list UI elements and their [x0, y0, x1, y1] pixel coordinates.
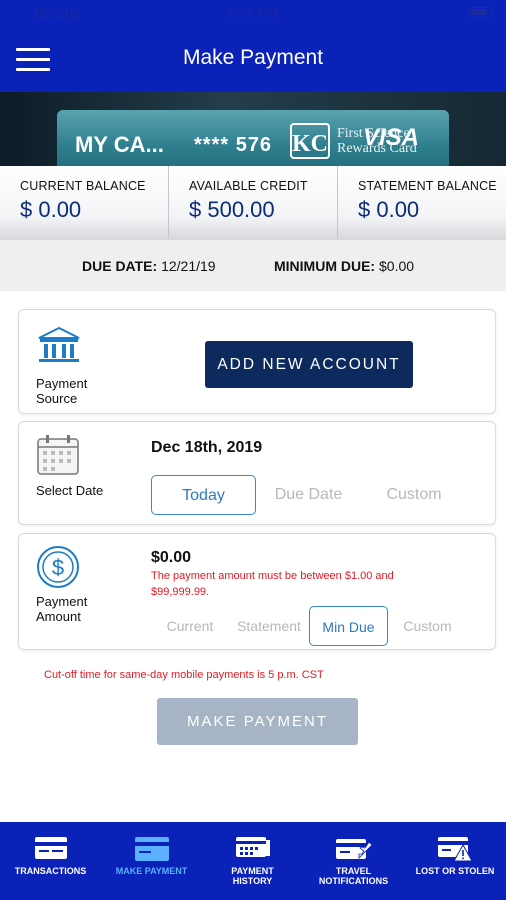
amount-option-current[interactable]: Current	[151, 606, 229, 646]
payment-amount-label-line1: Payment	[36, 594, 88, 609]
page-title: Make Payment	[182, 46, 324, 69]
card-payment-icon	[134, 837, 169, 861]
minimum-due-value: $0.00	[379, 258, 415, 274]
tab-lost-or-stolen-label: LOST OR STOLEN	[404, 866, 506, 876]
app-root: No SIM 1:24 PM Make Payment MY CA... ***…	[0, 0, 506, 900]
tab-lost-or-stolen-line1: LOST OR STOLEN	[415, 866, 495, 876]
card-list-icon	[34, 837, 67, 859]
battery-icon	[470, 7, 492, 18]
svg-text:KC: KC	[292, 131, 328, 157]
bottom-tab-bar: TRANSACTIONS MAKE PAYMENT PAYMENT HISTOR…	[0, 822, 506, 900]
payment-amount-label: Payment Amount	[36, 594, 87, 624]
tab-lost-or-stolen[interactable]: LOST OR STOLEN	[404, 822, 506, 900]
tab-travel-notifications-line1: TRAVEL	[335, 866, 372, 876]
card-travel-icon	[335, 839, 373, 859]
tab-travel-notifications-label: TRAVEL NOTIFICATIONS	[303, 866, 404, 886]
date-option-custom[interactable]: Custom	[361, 475, 467, 515]
statement-balance-value: $ 0.00	[358, 197, 420, 222]
tab-transactions-line1: TRANSACTIONS	[14, 866, 87, 876]
card-warning-icon	[438, 837, 473, 862]
statement-balance: STATEMENT BALANCE $ 0.00	[337, 166, 506, 239]
make-payment-button[interactable]: MAKE PAYMENT	[157, 698, 358, 745]
card-logo-icon: KC	[290, 123, 330, 159]
status-time: 1:24 PM	[226, 5, 279, 21]
amount-segmented-control: Current Statement Min Due Custom	[151, 606, 467, 646]
tab-transactions-label: TRANSACTIONS	[0, 866, 101, 876]
tab-make-payment[interactable]: MAKE PAYMENT	[101, 822, 202, 900]
amount-option-custom[interactable]: Custom	[388, 606, 467, 646]
current-balance: CURRENT BALANCE $ 0.00	[0, 166, 168, 239]
payment-source-label-line1: Payment	[36, 376, 88, 391]
current-balance-value: $ 0.00	[20, 197, 82, 222]
select-date-label: Select Date	[36, 483, 104, 498]
tab-payment-history-line1: PAYMENT	[231, 866, 274, 876]
card-number: **** 576	[194, 134, 273, 156]
svg-text:$: $	[52, 555, 64, 580]
payment-amount-value: $0.00	[151, 549, 192, 566]
card-nickname: MY CA...	[75, 132, 164, 157]
date-segmented-control: Today Due Date Custom	[151, 475, 467, 515]
card-banner: MY CA... **** 576 KC First Science Rewar…	[0, 92, 506, 166]
bank-icon	[38, 326, 80, 362]
payment-amount-error-line1: The payment amount must be between $1.00…	[151, 570, 394, 582]
payment-amount-label-line2: Amount	[36, 609, 81, 624]
selected-date: Dec 18th, 2019	[151, 439, 263, 456]
payment-amount-error-line2: $99,999.99.	[151, 586, 210, 598]
credit-card-image: MY CA... **** 576 KC First Science Rewar…	[57, 110, 449, 166]
add-new-account-button[interactable]: ADD NEW ACCOUNT	[205, 341, 413, 388]
header: No SIM 1:24 PM Make Payment	[0, 0, 506, 92]
amount-option-statement[interactable]: Statement	[229, 606, 309, 646]
tab-make-payment-line1: MAKE PAYMENT	[115, 866, 188, 876]
dollar-icon: $	[37, 546, 79, 588]
amount-option-min-due[interactable]: Min Due	[309, 606, 388, 646]
cutoff-note: Cut-off time for same-day mobile payment…	[44, 669, 324, 681]
balances-row: CURRENT BALANCE $ 0.00 AVAILABLE CREDIT …	[0, 166, 506, 239]
date-option-today[interactable]: Today	[151, 475, 256, 515]
status-carrier: No SIM	[34, 5, 81, 21]
tab-payment-history-label: PAYMENT HISTORY	[202, 866, 303, 886]
calendar-icon	[37, 435, 79, 475]
card-network: VISA	[363, 124, 420, 151]
due-date-value: 12/21/19	[161, 258, 216, 274]
available-credit-label: AVAILABLE CREDIT	[189, 179, 308, 193]
tab-payment-history-line2: HISTORY	[232, 876, 273, 886]
card-history-icon	[235, 837, 270, 857]
minimum-due-label: MINIMUM DUE:	[274, 258, 376, 274]
payment-source-label: Payment Source	[36, 376, 87, 406]
status-bar: No SIM 1:24 PM	[0, 3, 506, 21]
tab-travel-notifications-line2: NOTIFICATIONS	[318, 876, 389, 886]
payment-amount-error: The payment amount must be between $1.00…	[151, 568, 451, 600]
due-date: DUE DATE: 12/21/19	[82, 258, 216, 274]
statement-balance-label: STATEMENT BALANCE	[358, 179, 497, 193]
tab-travel-notifications[interactable]: TRAVEL NOTIFICATIONS	[303, 822, 404, 900]
select-date-panel: Select Date Dec 18th, 2019 Today Due Dat…	[18, 421, 496, 525]
payment-source-label-line2: Source	[36, 391, 78, 406]
tab-payment-history[interactable]: PAYMENT HISTORY	[202, 822, 303, 900]
available-credit-value: $ 500.00	[189, 197, 275, 222]
minimum-due: MINIMUM DUE: $0.00	[274, 258, 414, 274]
due-date-label: DUE DATE:	[82, 258, 158, 274]
payment-amount-panel: $ Payment Amount $0.00 The payment amoun…	[18, 533, 496, 650]
payment-source-panel: Payment Source ADD NEW ACCOUNT	[18, 309, 496, 414]
current-balance-label: CURRENT BALANCE	[20, 179, 146, 193]
date-option-due-date[interactable]: Due Date	[256, 475, 361, 515]
due-row: DUE DATE: 12/21/19 MINIMUM DUE: $0.00	[0, 239, 506, 291]
tab-transactions[interactable]: TRANSACTIONS	[0, 822, 101, 900]
available-credit: AVAILABLE CREDIT $ 500.00	[168, 166, 337, 239]
tab-make-payment-label: MAKE PAYMENT	[101, 866, 202, 876]
